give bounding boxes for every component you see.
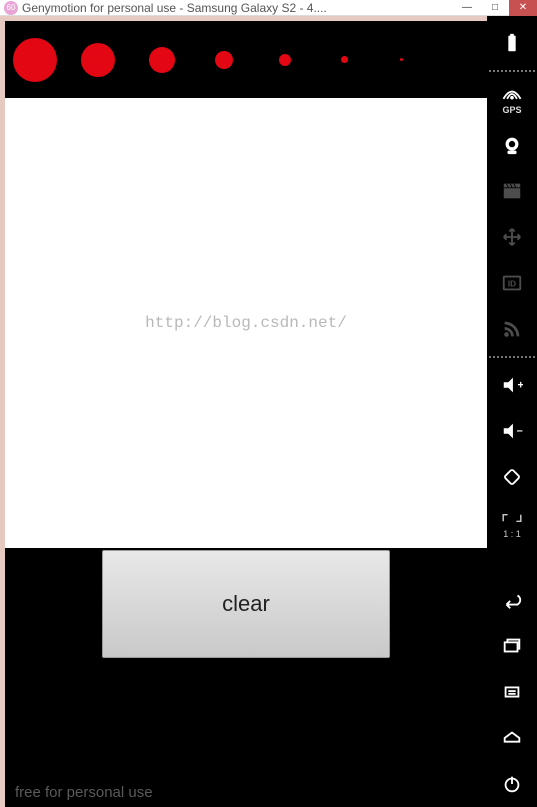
- rotate-icon[interactable]: [487, 454, 537, 500]
- brush-size-2[interactable]: [81, 43, 115, 77]
- footer-label: free for personal use: [15, 784, 153, 801]
- app-window: 60 Genymotion for personal use - Samsung…: [0, 0, 537, 807]
- clapper-icon[interactable]: [487, 168, 537, 214]
- separator: [489, 70, 535, 72]
- window-title: Genymotion for personal use - Samsung Ga…: [22, 1, 453, 15]
- clear-button[interactable]: clear: [102, 550, 390, 658]
- brush-size-4[interactable]: [215, 51, 233, 69]
- maximize-button[interactable]: □: [481, 0, 509, 16]
- emulator-sidebar: GPS ID + –: [487, 16, 537, 807]
- svg-text:–: –: [517, 425, 523, 437]
- bottom-panel: clear free for personal use: [5, 548, 487, 807]
- drawing-canvas[interactable]: http://blog.csdn.net/: [5, 98, 487, 548]
- close-button[interactable]: ✕: [509, 0, 537, 16]
- brush-size-3[interactable]: [149, 47, 175, 73]
- menu-icon[interactable]: [487, 669, 537, 715]
- recent-icon[interactable]: [487, 623, 537, 669]
- power-icon[interactable]: [487, 761, 537, 807]
- scale-icon[interactable]: 1 : 1: [487, 500, 537, 546]
- brush-size-5[interactable]: [279, 54, 291, 66]
- watermark-text: http://blog.csdn.net/: [145, 314, 347, 332]
- brush-size-7[interactable]: [400, 58, 403, 61]
- gps-icon[interactable]: GPS: [487, 76, 537, 122]
- brush-size-1[interactable]: [13, 38, 57, 82]
- id-icon[interactable]: ID: [487, 260, 537, 306]
- svg-text:ID: ID: [508, 280, 516, 289]
- app-icon: 60: [4, 1, 18, 15]
- home-icon[interactable]: [487, 715, 537, 761]
- back-icon[interactable]: [487, 577, 537, 623]
- volume-down-icon[interactable]: –: [487, 408, 537, 454]
- rss-icon[interactable]: [487, 306, 537, 352]
- titlebar[interactable]: 60 Genymotion for personal use - Samsung…: [0, 0, 537, 16]
- brush-size-6[interactable]: [341, 56, 348, 63]
- device-screen: http://blog.csdn.net/ clear free for per…: [5, 21, 487, 807]
- svg-text:+: +: [518, 380, 524, 392]
- camera-icon[interactable]: [487, 122, 537, 168]
- brush-size-bar: [5, 21, 487, 98]
- volume-up-icon[interactable]: +: [487, 362, 537, 408]
- scale-label: 1 : 1: [503, 529, 521, 539]
- app-body: http://blog.csdn.net/ clear free for per…: [0, 16, 537, 807]
- minimize-button[interactable]: —: [453, 0, 481, 16]
- gps-label: GPS: [502, 105, 521, 115]
- battery-icon[interactable]: [487, 20, 537, 66]
- window-controls: — □ ✕: [453, 0, 537, 16]
- separator: [489, 356, 535, 358]
- move-icon[interactable]: [487, 214, 537, 260]
